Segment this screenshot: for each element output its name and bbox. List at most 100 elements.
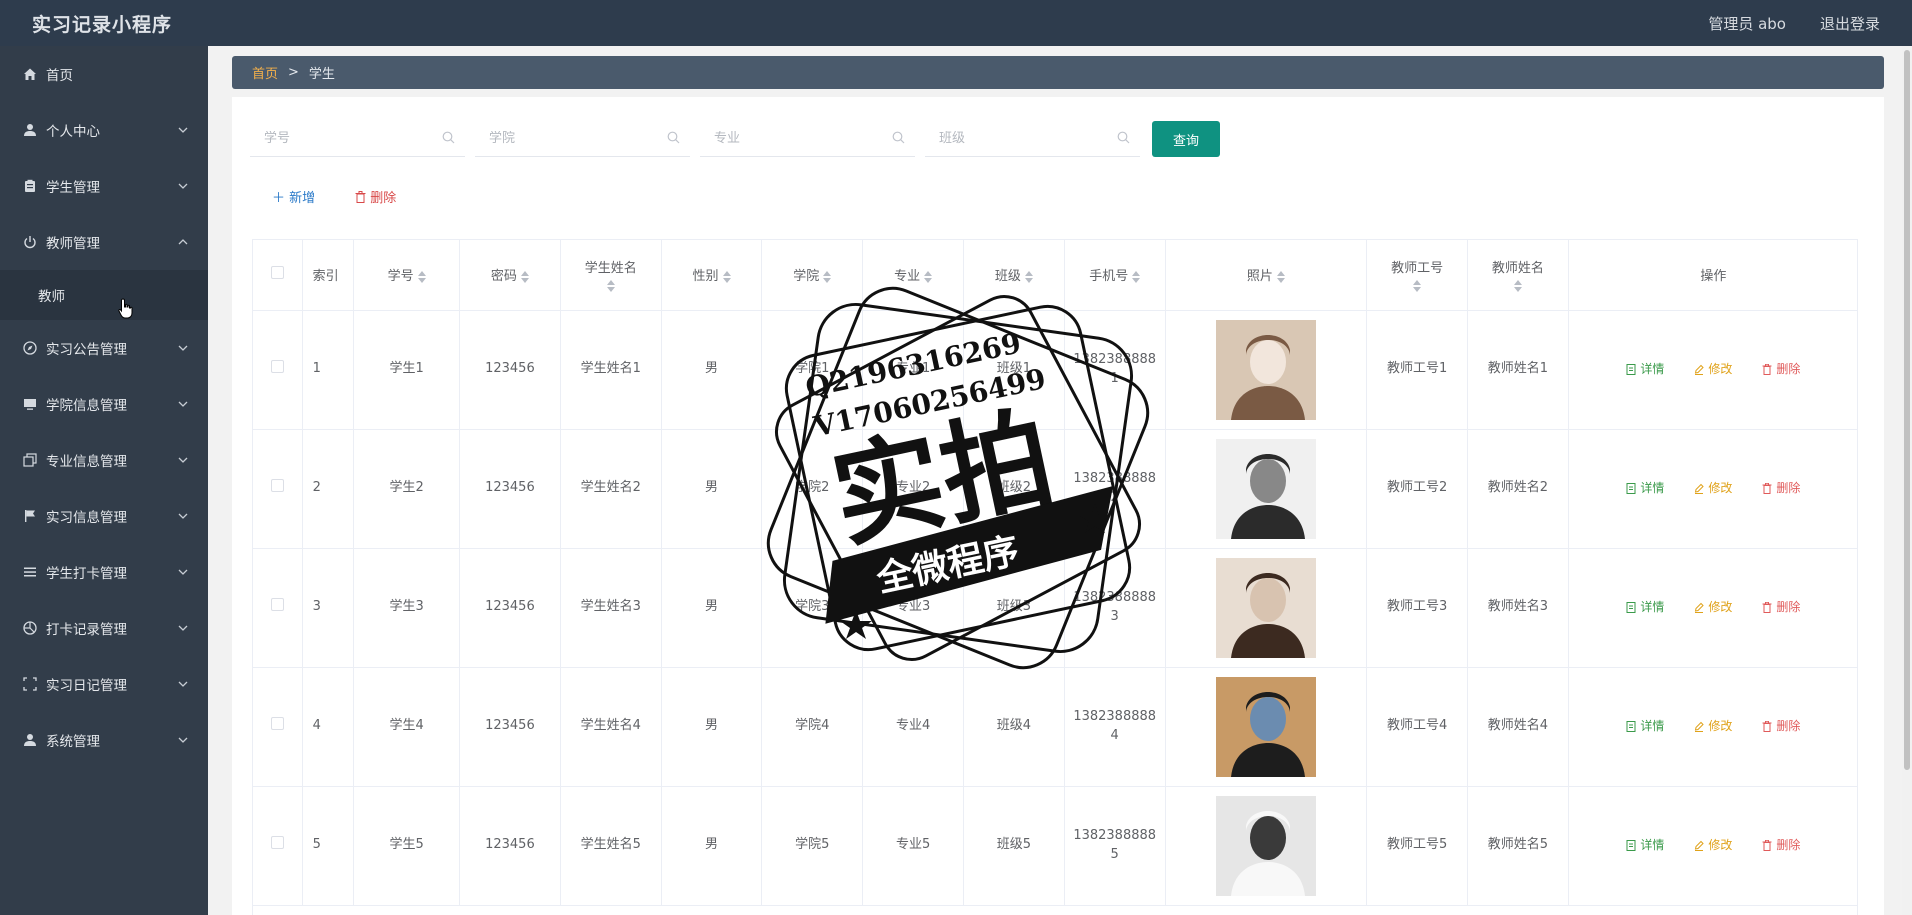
row-checkbox[interactable] — [270, 597, 284, 611]
document-icon — [1626, 839, 1636, 851]
trash-icon — [1762, 720, 1772, 732]
logout-link[interactable]: 退出登录 — [1820, 13, 1880, 34]
search-icon — [667, 129, 680, 148]
row-delete-button[interactable]: 删除 — [1762, 599, 1800, 616]
search-bar: 查询 — [250, 121, 1220, 157]
sidebar-item-profile[interactable]: 个人中心 — [0, 102, 208, 158]
edit-button[interactable]: 修改 — [1694, 599, 1732, 616]
edit-label: 修改 — [1708, 718, 1733, 733]
column-header[interactable]: 性别 — [661, 240, 763, 311]
sort-icon[interactable] — [1276, 270, 1285, 283]
sidebar-subitem-label: 教师 — [38, 289, 65, 305]
sort-icon[interactable] — [823, 270, 832, 283]
student-photo[interactable] — [1215, 795, 1316, 896]
sidebar-item-colleges[interactable]: 学院信息管理 — [0, 376, 208, 432]
sidebar-item-students[interactable]: 学生管理 — [0, 158, 208, 214]
column-header[interactable]: 教师姓名 — [1467, 240, 1569, 311]
row-select-cell — [253, 667, 303, 787]
row-checkbox[interactable] — [270, 716, 284, 730]
breadcrumb-home-link[interactable]: 首页 — [252, 63, 278, 82]
delete-label: 删除 — [1776, 599, 1801, 614]
detail-button[interactable]: 详情 — [1626, 361, 1664, 378]
sidebar-item-announcements[interactable]: 实习公告管理 — [0, 320, 208, 376]
scrollbar-thumb[interactable] — [1904, 50, 1910, 770]
sidebar-item-checkins[interactable]: 学生打卡管理 — [0, 544, 208, 600]
copy-icon — [22, 452, 38, 468]
student-photo[interactable] — [1215, 319, 1316, 420]
student-photo[interactable] — [1215, 438, 1316, 539]
sort-icon[interactable] — [1513, 280, 1522, 293]
sort-icon[interactable] — [417, 270, 426, 283]
column-header[interactable]: 手机号 — [1064, 240, 1166, 311]
sidebar-item-checkin-records[interactable]: 打卡记录管理 — [0, 600, 208, 656]
delete-label: 删除 — [1776, 837, 1801, 852]
column-header[interactable]: 学生姓名 — [560, 240, 662, 311]
sort-icon[interactable] — [1413, 280, 1422, 293]
sidebar-subitem-teacher[interactable]: 教师 — [0, 270, 208, 320]
college-input[interactable] — [489, 131, 649, 146]
document-icon — [1626, 720, 1636, 732]
password-cell: 123456 — [459, 786, 561, 906]
row-checkbox[interactable] — [270, 835, 284, 849]
page-scrollbar[interactable] — [1902, 46, 1912, 915]
batch-delete-button[interactable]: 删除 — [355, 187, 396, 206]
select-all-checkbox[interactable] — [270, 266, 284, 280]
detail-button[interactable]: 详情 — [1626, 837, 1664, 854]
photo-cell — [1165, 310, 1368, 430]
detail-button[interactable]: 详情 — [1626, 718, 1664, 735]
chevron-down-icon — [178, 399, 188, 409]
column-header[interactable]: 教师工号 — [1366, 240, 1468, 311]
row-select-cell — [253, 310, 303, 430]
student-name-cell: 学生姓名5 — [560, 786, 662, 906]
sidebar-item-home[interactable]: 首页 — [0, 46, 208, 102]
sidebar-item-teachers[interactable]: 教师管理 — [0, 214, 208, 270]
edit-button[interactable]: 修改 — [1694, 837, 1732, 854]
row-checkbox[interactable] — [270, 359, 284, 373]
edit-label: 修改 — [1708, 480, 1733, 495]
edit-button[interactable]: 修改 — [1694, 361, 1732, 378]
column-header[interactable]: 学号 — [353, 240, 461, 311]
sidebar-item-diaries[interactable]: 实习日记管理 — [0, 656, 208, 712]
student-photo[interactable] — [1215, 676, 1316, 777]
column-header[interactable]: 班级 — [963, 240, 1065, 311]
row-select-cell — [253, 548, 303, 668]
major-input[interactable] — [714, 131, 874, 146]
sort-icon[interactable] — [722, 270, 731, 283]
query-button[interactable]: 查询 — [1152, 121, 1220, 157]
column-header[interactable]: 密码 — [459, 240, 561, 311]
sidebar-item-label: 学院信息管理 — [46, 398, 127, 414]
breadcrumb-separator: > — [288, 65, 299, 80]
sort-icon[interactable] — [1132, 270, 1141, 283]
current-user-label[interactable]: 管理员 abo — [1708, 13, 1786, 34]
column-header[interactable]: 照片 — [1165, 240, 1368, 311]
column-header[interactable]: 专业 — [862, 240, 964, 311]
gender-cell: 男 — [661, 429, 763, 549]
sidebar-item-internships[interactable]: 实习信息管理 — [0, 488, 208, 544]
trash-icon — [1762, 363, 1772, 375]
sidebar-item-majors[interactable]: 专业信息管理 — [0, 432, 208, 488]
student-id-input[interactable] — [264, 131, 424, 146]
add-button[interactable]: ＋ 新增 — [272, 187, 315, 206]
row-delete-button[interactable]: 删除 — [1762, 480, 1800, 497]
sort-icon[interactable] — [1024, 270, 1033, 283]
edit-button[interactable]: 修改 — [1694, 480, 1732, 497]
major-search — [700, 121, 915, 157]
sidebar-item-system[interactable]: 系统管理 — [0, 712, 208, 768]
detail-button[interactable]: 详情 — [1626, 599, 1664, 616]
sort-icon[interactable] — [606, 280, 615, 293]
row-delete-button[interactable]: 删除 — [1762, 361, 1800, 378]
column-header-label: 照片 — [1246, 269, 1273, 285]
index-cell: 4 — [302, 667, 355, 787]
student-id-cell: 学生2 — [353, 429, 461, 549]
row-checkbox[interactable] — [270, 478, 284, 492]
sort-icon[interactable] — [924, 270, 933, 283]
row-delete-button[interactable]: 删除 — [1762, 718, 1800, 735]
index-cell: 2 — [302, 429, 355, 549]
detail-button[interactable]: 详情 — [1626, 480, 1664, 497]
column-header[interactable]: 学院 — [761, 240, 864, 311]
edit-button[interactable]: 修改 — [1694, 718, 1732, 735]
class-input[interactable] — [939, 131, 1099, 146]
sort-icon[interactable] — [520, 270, 529, 283]
student-photo[interactable] — [1215, 557, 1316, 658]
row-delete-button[interactable]: 删除 — [1762, 837, 1800, 854]
